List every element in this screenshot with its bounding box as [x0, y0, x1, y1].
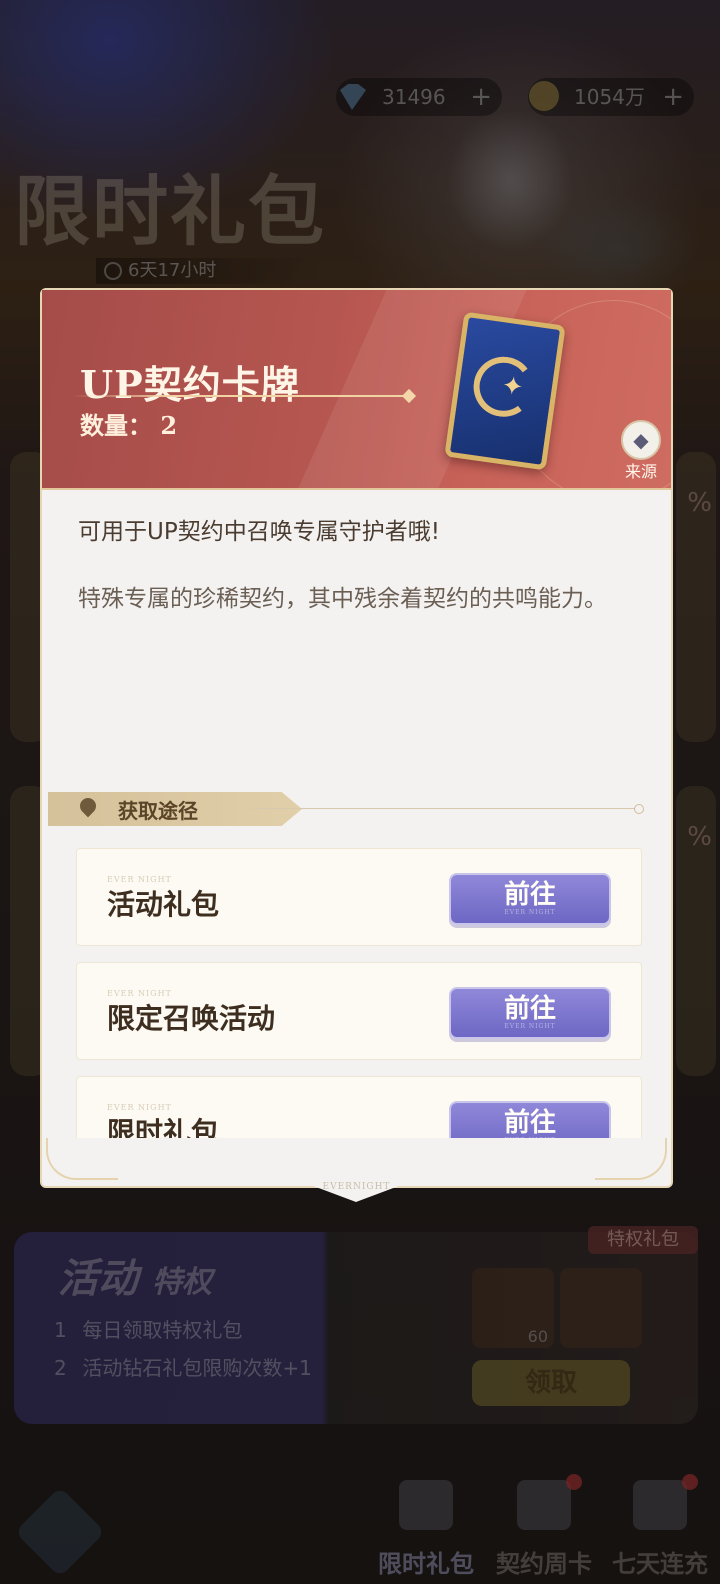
footer-watermark: EVERNIGHT	[322, 1182, 391, 1192]
route-row: EVER NIGHT 限时礼包 前往 EVER NIGHT	[76, 1076, 642, 1138]
button-watermark: EVER NIGHT	[451, 1137, 609, 1138]
acquire-route-list[interactable]: EVER NIGHT 活动礼包 前往 EVER NIGHT EVER NIGHT…	[76, 848, 646, 1138]
route-row: EVER NIGHT 限定召唤活动 前往 EVER NIGHT	[76, 962, 642, 1060]
button-watermark: EVER NIGHT	[504, 1023, 556, 1030]
section-divider	[252, 808, 642, 809]
title-underline	[72, 395, 410, 397]
contract-card-icon: ✦	[444, 311, 566, 471]
modal-header: UP契约卡牌 数量： 2 ✦ ◆ 来源	[42, 290, 671, 490]
item-flavor-text: 特殊专属的珍稀契约，其中残余着契约的共鸣能力。	[78, 586, 607, 612]
item-quantity: 数量： 2	[80, 411, 178, 440]
go-button[interactable]: 前往 EVER NIGHT	[449, 1101, 611, 1138]
acquire-section-title: 获取途径	[118, 799, 198, 823]
go-button-label: 前往	[503, 1108, 556, 1138]
button-watermark: EVER NIGHT	[504, 909, 556, 916]
source-button[interactable]: ◆ 来源	[618, 420, 664, 482]
go-button[interactable]: 前往 EVER NIGHT	[449, 873, 611, 925]
item-name: UP契约卡牌	[80, 362, 300, 407]
item-description: 可用于UP契约中召唤专属守护者哦!	[78, 519, 440, 545]
ornament-corner	[46, 1138, 118, 1180]
divider-end-dot	[634, 804, 644, 814]
star-icon: ✦	[499, 370, 526, 404]
route-row: EVER NIGHT 活动礼包 前往 EVER NIGHT	[76, 848, 642, 946]
route-name: 限定召唤活动	[107, 1002, 276, 1035]
source-label: 来源	[624, 462, 657, 481]
route-name: 活动礼包	[107, 888, 220, 921]
go-button[interactable]: 前往 EVER NIGHT	[449, 987, 611, 1039]
location-icon: ◆	[621, 420, 661, 460]
route-name: 限时礼包	[107, 1116, 220, 1138]
item-detail-modal: EVERNIGHT UP契约卡牌 数量： 2 ✦ ◆ 来源 可用于UP契约中召唤…	[40, 288, 673, 1210]
